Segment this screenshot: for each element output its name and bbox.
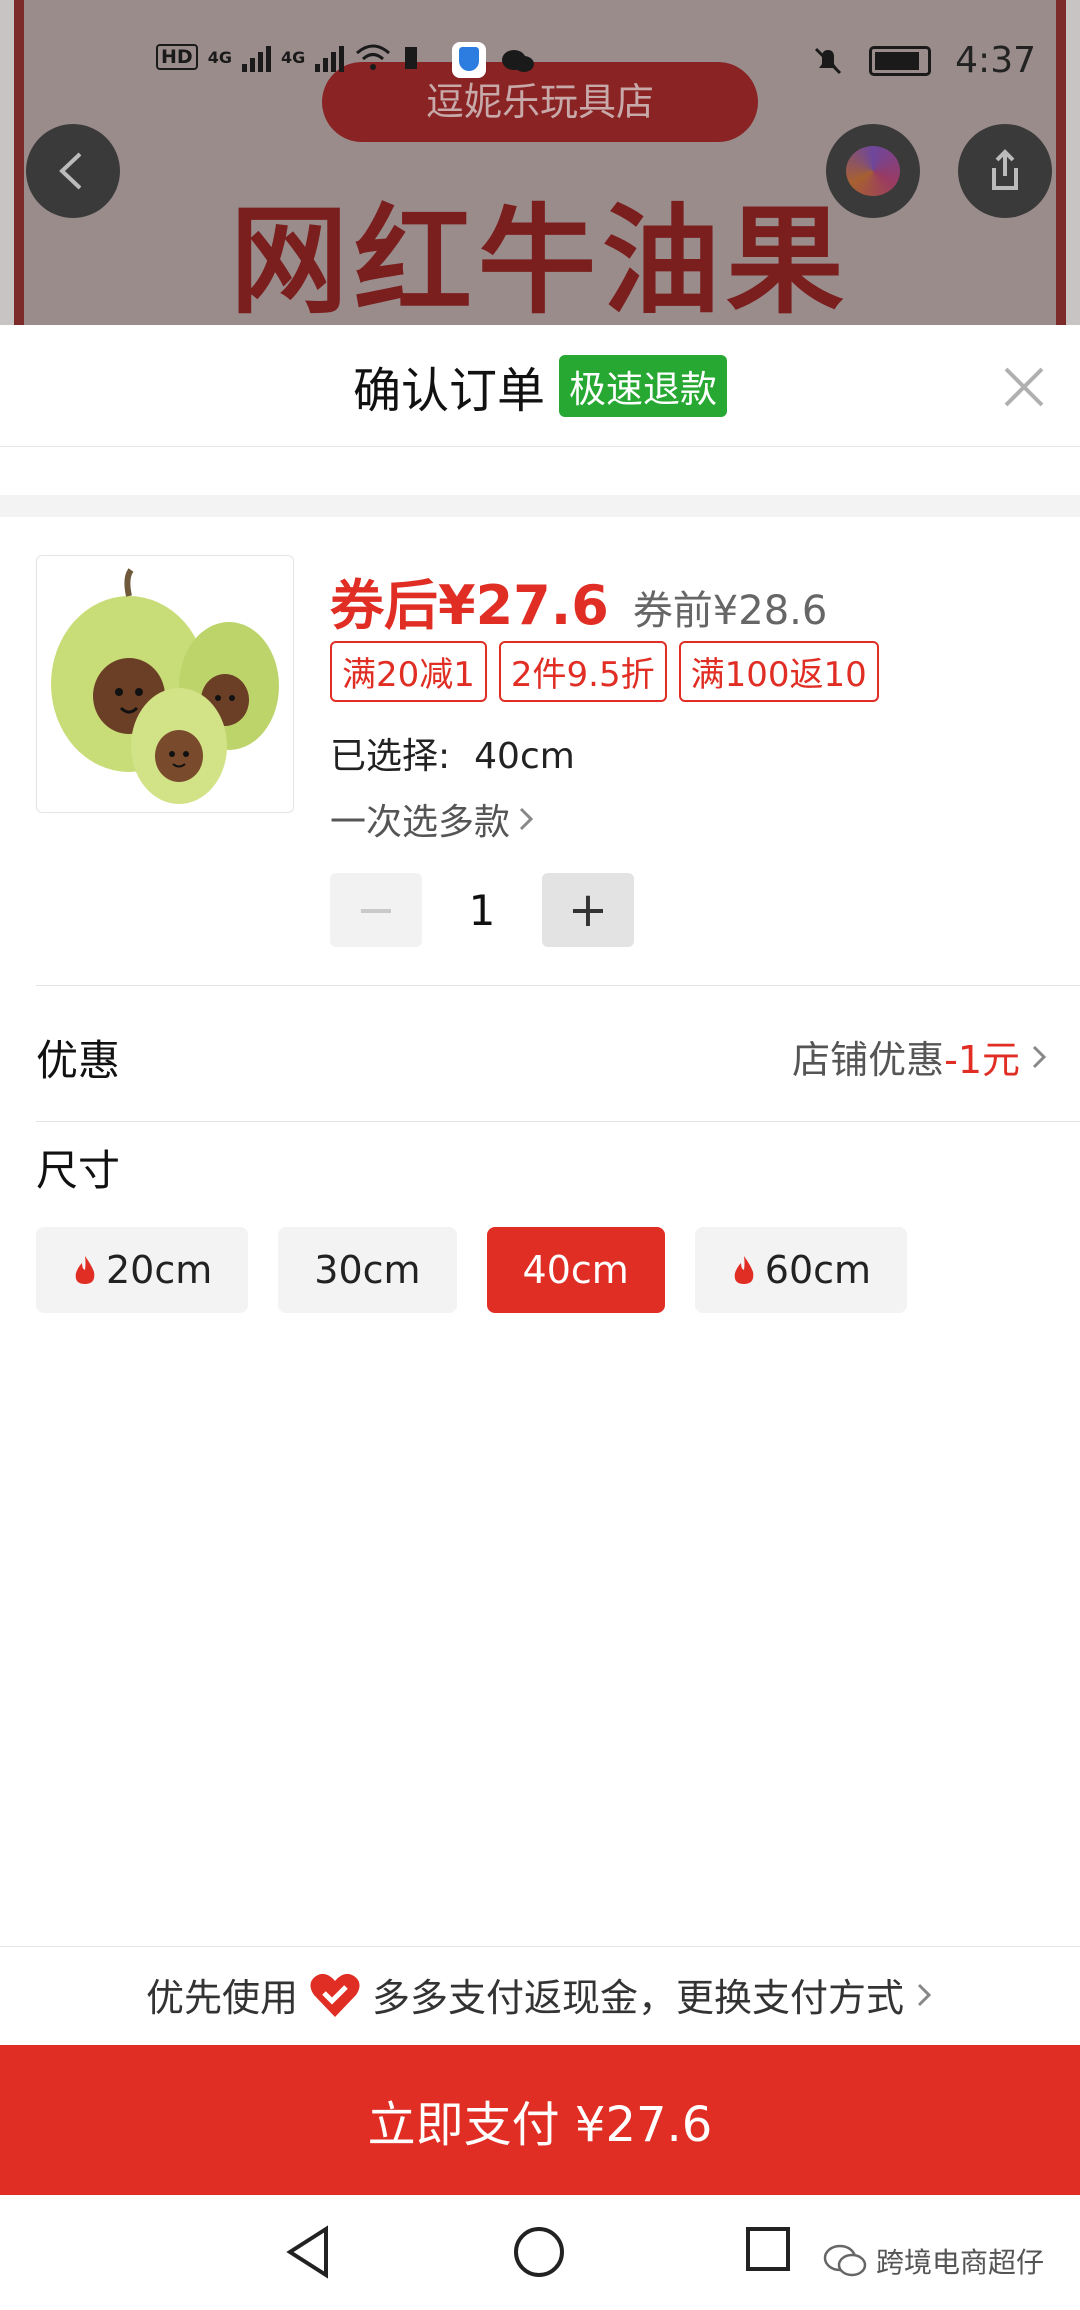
hd-badge: HD — [156, 44, 198, 70]
multi-select-link[interactable]: 一次选多款 — [330, 793, 536, 845]
quantity-value: 1 — [468, 885, 496, 935]
status-bar: HD 4G 4G 4:37 — [0, 30, 1080, 90]
price-before-coupon: 券前¥28.6 — [632, 588, 828, 634]
watermark-text: 跨境电商超仔 — [875, 2246, 1044, 2279]
network-label-1: 4G — [207, 47, 232, 67]
chevron-right-icon — [1032, 1045, 1047, 1068]
nav-back-icon[interactable] — [284, 2225, 334, 2279]
price-row: 券后¥27.6 券前¥28.6 — [330, 561, 827, 640]
chat-bubble-icon — [502, 50, 534, 72]
pay-now-button[interactable]: 立即支付 ¥27.6 — [0, 2045, 1080, 2195]
share-button[interactable] — [958, 124, 1052, 218]
banner-headline: 网红牛油果 — [229, 191, 850, 330]
nav-home-icon[interactable] — [512, 2225, 566, 2279]
size-option-label: 40cm — [522, 1248, 629, 1292]
quantity-stepper: − 1 + — [330, 873, 634, 947]
network-label-2: 4G — [280, 47, 306, 67]
close-icon[interactable] — [1002, 365, 1046, 409]
shop-discount: 店铺优惠 -1元 — [792, 1029, 1050, 1084]
status-time: 4:37 — [955, 40, 1036, 81]
order-confirm-sheet: 确认订单 极速退款 ​ 券后¥27.6 券前¥ — [0, 325, 1080, 2310]
selected-spec: 已选择: 40cm — [330, 727, 575, 779]
app-logo-icon — [846, 146, 900, 196]
section-gap — [0, 495, 1080, 517]
selected-value: 40cm — [474, 736, 575, 777]
quantity-decrease-button[interactable]: − — [330, 873, 422, 947]
watermark: 跨境电商超仔 — [822, 2241, 1044, 2281]
promotion-tag: 2件9.5折 — [498, 641, 667, 702]
size-option-label: 60cm — [764, 1248, 872, 1292]
product-section: 券后¥27.6 券前¥28.6 满20减1 2件9.5折 满100返10 已选择… — [0, 555, 1080, 973]
selected-label: 已选择: — [330, 736, 451, 777]
promotion-tag: 满20减1 — [330, 641, 487, 702]
size-option-60cm[interactable]: 60cm — [694, 1227, 908, 1313]
promotion-tags: 满20减1 2件9.5折 满100返10 — [330, 641, 879, 702]
size-option-20cm[interactable]: 20cm — [36, 1227, 249, 1313]
size-option-label: 30cm — [314, 1248, 421, 1292]
fast-refund-badge: 极速退款 — [559, 355, 727, 417]
shop-discount-amount: -1元 — [944, 1038, 1020, 1082]
wifi-icon — [356, 44, 391, 70]
product-image[interactable] — [36, 555, 294, 813]
divider — [36, 1121, 1080, 1122]
wechat-icon — [823, 2244, 867, 2277]
status-right: 4:37 — [811, 40, 1036, 81]
signal-icon-2 — [315, 42, 345, 72]
signal-icon-1 — [241, 42, 271, 72]
back-button[interactable] — [26, 124, 120, 218]
size-option-30cm[interactable]: 30cm — [278, 1227, 457, 1313]
share-icon — [992, 149, 1018, 190]
status-left: HD 4G 4G — [156, 42, 420, 72]
flame-icon — [734, 1256, 754, 1284]
flame-icon — [75, 1256, 95, 1284]
discount-row[interactable]: 优惠 店铺优惠 -1元 — [0, 997, 1080, 1117]
promotion-tag: 满100返10 — [678, 641, 879, 702]
system-nav-bar: 跨境电商超仔 — [0, 2195, 1080, 2310]
duoduo-pay-heart-icon — [310, 1973, 360, 2017]
chevron-right-icon — [519, 807, 534, 831]
avocado-plush-image — [51, 568, 279, 804]
back-arrow-icon — [59, 152, 82, 190]
nav-recents-icon[interactable] — [744, 2225, 792, 2273]
divider — [36, 985, 1080, 986]
size-option-label: 20cm — [106, 1248, 213, 1292]
price-after-coupon: 券后¥27.6 — [330, 574, 609, 637]
battery-icon — [869, 45, 932, 76]
sheet-title-wrap: 确认订单 极速退款 — [0, 325, 1080, 447]
chevron-right-icon — [917, 1983, 932, 2006]
payment-prefer-text: 多多支付返现金，更换支付方式 — [372, 1976, 905, 2020]
security-shield-icon — [452, 42, 486, 78]
scrolled-text-peek: ​ — [0, 447, 1080, 469]
quantity-increase-button[interactable]: + — [542, 873, 634, 947]
sheet-header: 确认订单 极速退款 — [0, 325, 1080, 447]
app-logo-button[interactable] — [826, 124, 920, 218]
multi-select-label: 一次选多款 — [330, 802, 511, 843]
payment-prefer-prefix: 优先使用 — [145, 1976, 298, 2020]
size-option-40cm[interactable]: 40cm — [486, 1227, 665, 1313]
payment-preference-bar[interactable]: 优先使用 多多支付返现金，更换支付方式 — [0, 1946, 1080, 2042]
shop-discount-label: 店铺优惠 — [792, 1038, 945, 1082]
sim-icon — [405, 47, 418, 69]
size-label: 尺寸 — [36, 1146, 121, 1195]
mute-bell-icon — [815, 47, 842, 74]
discount-label: 优惠 — [36, 1036, 121, 1085]
sheet-title: 确认订单 — [352, 363, 545, 419]
size-options: 20cm 30cm 40cm 60cm — [36, 1227, 908, 1313]
